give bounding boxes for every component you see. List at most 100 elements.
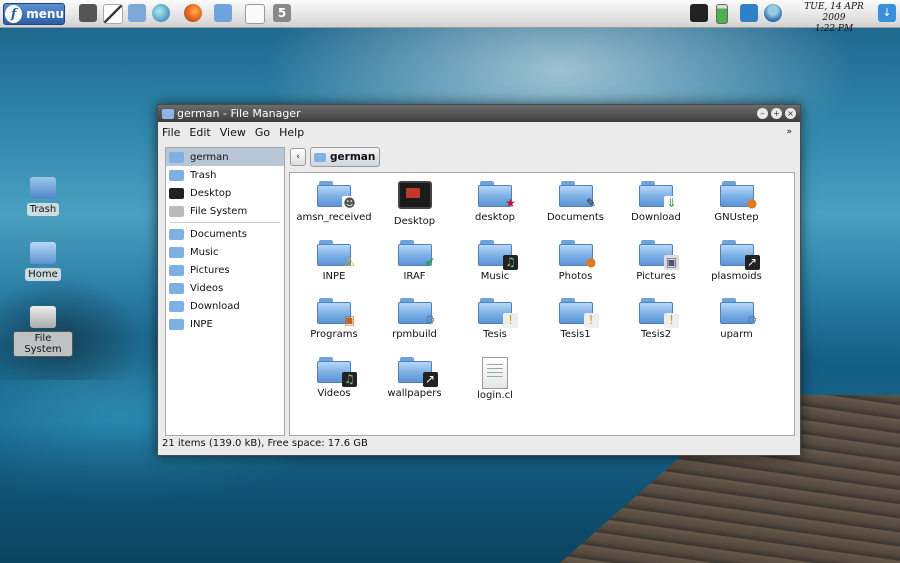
folder-icon [169, 282, 184, 294]
file-item[interactable]: ! Tesis1 [536, 298, 616, 340]
menu-button-label: menu [26, 7, 64, 21]
top-panel: f menu 5 TUE, 14 APR 2009 1:22 PM ↓ [0, 0, 900, 34]
file-item[interactable]: ♫ Music [455, 239, 535, 282]
battery-icon[interactable] [716, 4, 728, 24]
text-file-icon [482, 356, 508, 389]
calculator-icon[interactable]: 5 [273, 4, 291, 22]
back-button[interactable]: ‹ [290, 148, 306, 166]
trash-icon [30, 177, 56, 199]
maximize-button[interactable]: + [771, 108, 782, 119]
file-item[interactable]: ↗ plasmoids [697, 239, 777, 282]
file-item[interactable]: ▣ Programs [294, 298, 374, 340]
file-name: Programs [310, 329, 358, 340]
important-emblem-icon: ! [503, 313, 518, 328]
desktop-icon-file-system[interactable]: File System [13, 306, 73, 357]
breadcrumb[interactable]: german [310, 147, 381, 167]
file-name: desktop [475, 212, 515, 223]
minimize-button[interactable]: – [757, 108, 768, 119]
update-icon[interactable]: ↓ [878, 4, 896, 22]
sidebar-divider [170, 222, 280, 223]
folder-icon: ! [478, 298, 518, 328]
menu-file[interactable]: File [162, 126, 180, 139]
title-bar[interactable]: german - File Manager – + × [158, 105, 800, 122]
clock[interactable]: TUE, 14 APR 2009 1:22 PM [792, 2, 876, 35]
folder-icon: ♫ [478, 239, 518, 270]
file-item[interactable]: ↗ wallpapers [375, 356, 455, 399]
globe-icon[interactable] [152, 4, 170, 22]
file-name: GNUstep [714, 212, 759, 223]
close-button[interactable]: × [785, 108, 796, 119]
sidebar-item-trash[interactable]: Trash [166, 166, 284, 184]
file-item[interactable]: ▣ Pictures [616, 239, 696, 282]
file-item[interactable]: ! Tesis [455, 298, 535, 340]
file-name: Download [631, 212, 681, 223]
menu-view[interactable]: View [220, 126, 246, 139]
network-icon[interactable] [740, 4, 758, 22]
file-name: Tesis2 [640, 329, 672, 340]
folder-icon: ▣ [317, 298, 355, 327]
text-editor-icon[interactable] [103, 4, 123, 24]
link-emblem-icon: ↗ [744, 254, 760, 270]
file-item[interactable]: login.cl [455, 356, 535, 401]
file-name: INPE [322, 270, 346, 282]
display-icon[interactable] [690, 4, 708, 22]
warning-emblem-icon: ⚠ [344, 254, 355, 269]
terminal-icon[interactable] [79, 4, 97, 22]
file-item[interactable]: ⇓ Download [616, 181, 696, 223]
chevron-down-icon[interactable]: » [786, 127, 792, 137]
file-item[interactable]: ♫ Videos [294, 356, 374, 399]
folder-icon: ↗ [397, 356, 438, 387]
places-sidebar: german Trash Desktop File System Documen… [165, 147, 285, 436]
sidebar-item-german[interactable]: german [166, 148, 284, 166]
file-item[interactable]: ⚙ rpmbuild [375, 298, 455, 340]
important-emblem-icon: ! [583, 313, 599, 328]
balls-emblem-icon: ● [585, 254, 597, 269]
file-item[interactable]: ! Tesis2 [616, 298, 696, 340]
folder-icon: ✎ [558, 181, 596, 210]
sidebar-item-download[interactable]: Download [166, 297, 284, 315]
file-item[interactable]: Desktop [375, 181, 455, 227]
firefox-icon[interactable] [184, 4, 202, 22]
sidebar-item-videos[interactable]: Videos [166, 279, 284, 297]
sidebar-item-label: INPE [190, 318, 213, 330]
file-item[interactable]: ● GNUstep [697, 181, 777, 223]
sidebar-item-inpe[interactable]: INPE [166, 315, 284, 333]
file-item[interactable]: ⚠ INPE [294, 239, 374, 282]
file-item[interactable]: ✎ Documents [536, 181, 616, 223]
file-name: wallpapers [387, 387, 442, 399]
menu-edit[interactable]: Edit [189, 126, 210, 139]
sidebar-item-documents[interactable]: Documents [166, 225, 284, 243]
sidebar-item-file-system[interactable]: File System [166, 202, 284, 220]
file-name: IRAF [403, 270, 426, 282]
desktop-icon-home[interactable]: Home [13, 242, 73, 281]
file-item[interactable]: ● Photos [536, 239, 616, 282]
sidebar-item-music[interactable]: Music [166, 243, 284, 261]
home-folder-icon[interactable] [214, 4, 232, 22]
folder-icon: ● [719, 181, 757, 210]
file-name: Desktop [393, 216, 436, 227]
folder-icon: ☻ [317, 181, 357, 211]
sidebar-item-pictures[interactable]: Pictures [166, 261, 284, 279]
desktop-icon-trash[interactable]: Trash [13, 177, 73, 216]
person-emblem-icon: ☻ [342, 196, 357, 211]
file-view: ☻ amsn_received Desktop ★ desktop ✎ Documents ⇓… [289, 172, 795, 436]
archive-icon[interactable] [128, 4, 146, 22]
folder-icon: ⚙ [719, 298, 757, 327]
folder-icon: ! [639, 298, 679, 328]
gear-emblem-icon: ⚙ [424, 313, 436, 327]
home-icon [314, 152, 326, 162]
file-item[interactable]: ⚙ uparm [697, 298, 777, 340]
menu-help[interactable]: Help [279, 126, 304, 139]
sidebar-item-desktop[interactable]: Desktop [166, 184, 284, 202]
file-item[interactable]: ☻ amsn_received [294, 181, 374, 223]
folder-icon: ● [558, 239, 596, 269]
file-name: login.cl [477, 389, 513, 401]
document-icon[interactable] [245, 4, 265, 24]
file-item[interactable]: ✔ IRAF [375, 239, 455, 282]
user-icon[interactable] [764, 4, 782, 22]
menu-button[interactable]: f menu [3, 3, 65, 25]
file-name: uparm [720, 329, 753, 340]
menu-go[interactable]: Go [255, 126, 270, 139]
file-item[interactable]: ★ desktop [455, 181, 535, 223]
folder-icon: ⇓ [639, 181, 679, 211]
